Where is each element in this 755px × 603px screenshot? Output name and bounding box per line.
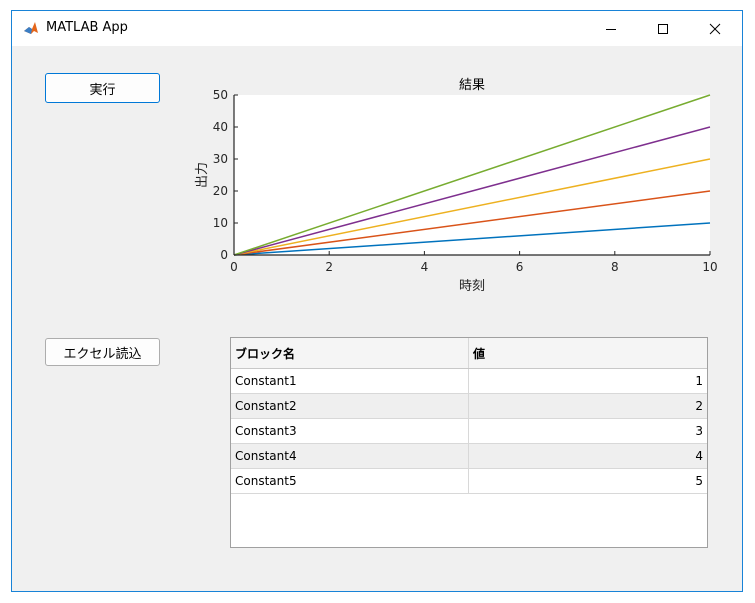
y-tick-label: 10 (213, 216, 228, 230)
block-table[interactable]: ブロック名 値 Constant1 1 Constant2 2 Constant… (230, 337, 708, 548)
y-tick-label: 30 (213, 152, 228, 166)
header-value[interactable]: 値 (469, 338, 707, 368)
y-tick-label: 0 (220, 248, 228, 262)
block-name-cell[interactable]: Constant5 (231, 469, 469, 493)
matlab-icon (23, 20, 39, 36)
maximize-button[interactable] (640, 11, 686, 46)
table-row[interactable]: Constant3 3 (231, 419, 707, 444)
close-button[interactable] (692, 11, 738, 46)
value-cell[interactable]: 3 (469, 419, 707, 443)
x-tick-label: 4 (421, 260, 429, 274)
x-tick-label: 0 (230, 260, 238, 274)
title-bar[interactable]: MATLAB App (12, 11, 742, 46)
excel-load-button[interactable]: エクセル読込 (45, 338, 160, 366)
y-tick-label: 50 (213, 88, 228, 102)
block-name-cell[interactable]: Constant3 (231, 419, 469, 443)
value-cell[interactable]: 2 (469, 394, 707, 418)
header-block-name[interactable]: ブロック名 (231, 338, 469, 368)
run-button[interactable]: 実行 (45, 73, 160, 103)
y-tick-label: 20 (213, 184, 228, 198)
chart-svg: 0 2 4 6 8 10 0 10 20 30 40 50 結果時刻 出力 (195, 78, 718, 294)
block-name-cell[interactable]: Constant2 (231, 394, 469, 418)
window-title: MATLAB App (46, 20, 128, 35)
minimize-button[interactable] (588, 11, 634, 46)
block-name-cell[interactable]: Constant4 (231, 444, 469, 468)
value-cell[interactable]: 1 (469, 369, 707, 393)
table-row[interactable]: Constant5 5 (231, 469, 707, 494)
x-tick-label: 6 (516, 260, 524, 274)
x-axis-label: 時刻 (459, 279, 485, 294)
y-tick-label: 40 (213, 120, 228, 134)
value-cell[interactable]: 4 (469, 444, 707, 468)
x-tick-label: 10 (702, 260, 717, 274)
x-tick-label: 2 (325, 260, 333, 274)
chart-title: 結果 (459, 78, 485, 93)
block-name-cell[interactable]: Constant1 (231, 369, 469, 393)
x-tick-label: 8 (611, 260, 619, 274)
value-cell[interactable]: 5 (469, 469, 707, 493)
app-window: MATLAB App 実行 エクセル読込 0 2 4 6 8 10 0 10 20 30 40 50 結… (11, 10, 743, 592)
table-row[interactable]: Constant2 2 (231, 394, 707, 419)
table-row[interactable]: Constant4 4 (231, 444, 707, 469)
table-row[interactable]: Constant1 1 (231, 369, 707, 394)
table-header: ブロック名 値 (231, 338, 707, 369)
y-axis-label: 出力 (195, 162, 210, 188)
result-chart: 0 2 4 6 8 10 0 10 20 30 40 50 結果時刻 出力 (192, 73, 732, 313)
